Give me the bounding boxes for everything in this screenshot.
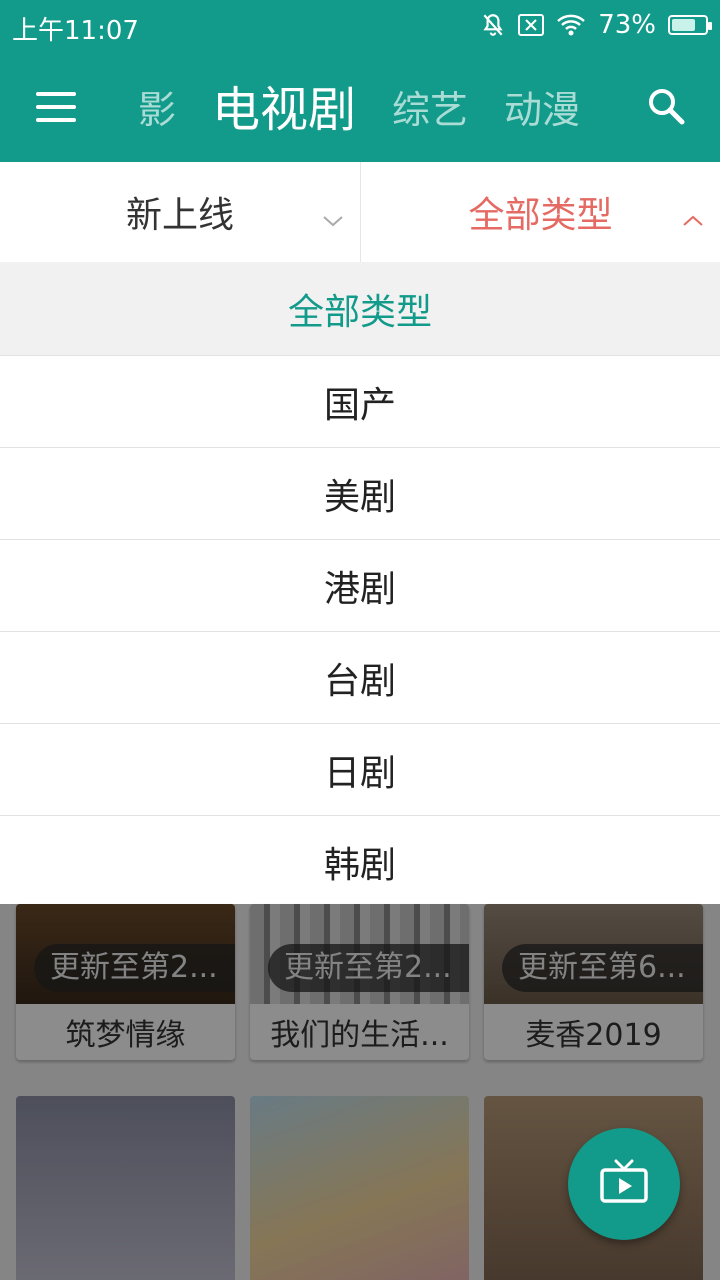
sim-off-icon bbox=[518, 14, 545, 36]
dropdown-option[interactable]: 国产 bbox=[0, 356, 720, 448]
tv-play-fab[interactable] bbox=[568, 1128, 680, 1240]
menu-icon[interactable] bbox=[36, 92, 76, 122]
battery-percent: 73% bbox=[598, 10, 656, 40]
dropdown-option[interactable]: 日剧 bbox=[0, 724, 720, 816]
tab-tv-series[interactable]: 电视剧 bbox=[212, 80, 356, 140]
category-tabs: 影 电视剧 综艺 动漫 bbox=[138, 80, 616, 140]
notifications-off-icon bbox=[480, 12, 506, 38]
type-filter-dropdown[interactable]: 全部类型 bbox=[360, 162, 720, 262]
dropdown-option[interactable]: 韩剧 bbox=[0, 816, 720, 908]
chevron-up-icon bbox=[682, 200, 704, 226]
status-bar: 上午11:07 73% bbox=[0, 0, 720, 52]
dropdown-option-all-types[interactable]: 全部类型 bbox=[0, 262, 720, 356]
type-dropdown-menu: 全部类型 国产 美剧 港剧 台剧 日剧 韩剧 bbox=[0, 262, 720, 904]
toolbar: 影 电视剧 综艺 动漫 bbox=[0, 52, 720, 162]
type-filter-label: 全部类型 bbox=[468, 195, 613, 236]
tab-movies[interactable]: 影 bbox=[138, 80, 176, 140]
status-time: 上午11:07 bbox=[12, 16, 139, 46]
app-header: 上午11:07 73% 影 电视剧 综艺 动漫 bbox=[0, 0, 720, 162]
sort-filter-label: 新上线 bbox=[125, 195, 234, 236]
dropdown-option[interactable]: 港剧 bbox=[0, 540, 720, 632]
battery-icon bbox=[668, 15, 712, 35]
dropdown-option[interactable]: 台剧 bbox=[0, 632, 720, 724]
tab-variety[interactable]: 综艺 bbox=[392, 80, 468, 140]
tv-play-icon bbox=[599, 1159, 649, 1209]
dropdown-option[interactable]: 美剧 bbox=[0, 448, 720, 540]
status-icons: 73% bbox=[480, 10, 712, 40]
tab-anime[interactable]: 动漫 bbox=[504, 80, 580, 140]
sort-filter-dropdown[interactable]: 新上线 bbox=[0, 162, 360, 262]
chevron-down-icon bbox=[322, 200, 344, 227]
wifi-icon bbox=[556, 13, 586, 37]
battery-level-fill bbox=[672, 19, 696, 31]
search-icon[interactable] bbox=[646, 86, 686, 126]
filter-bar: 新上线 全部类型 bbox=[0, 162, 720, 262]
